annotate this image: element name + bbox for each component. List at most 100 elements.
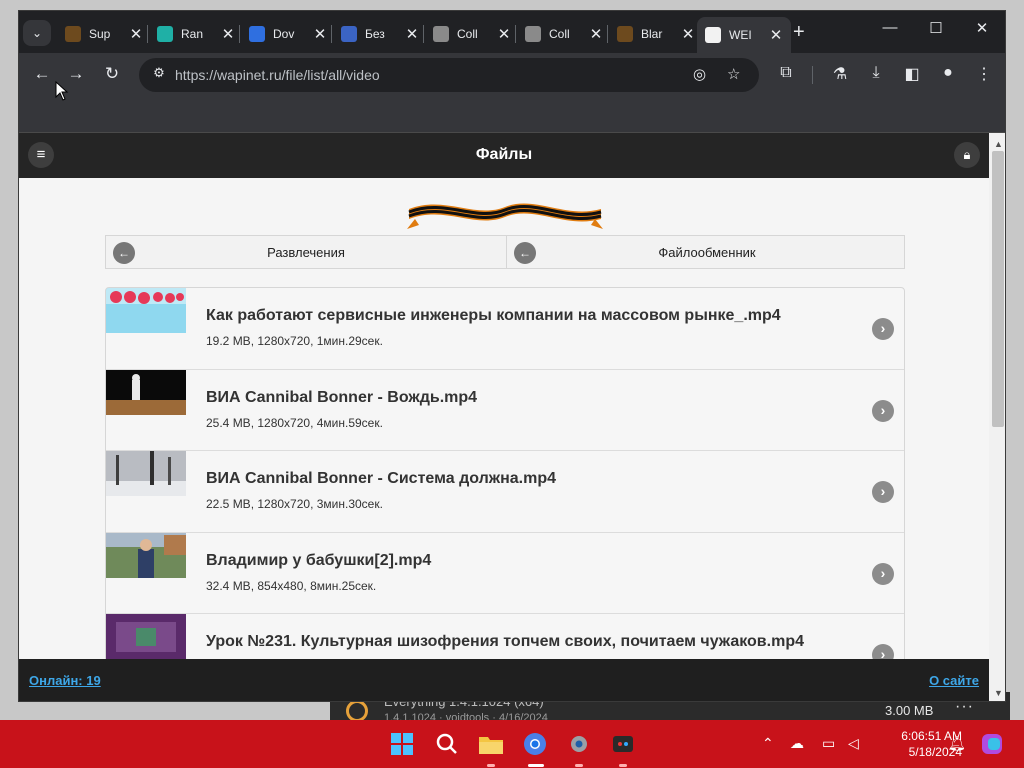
list-item[interactable]: ВИА Cannibal Bonner - Вождь.mp4 25.4 MB,… [106, 369, 904, 451]
search-icon[interactable] [431, 728, 463, 760]
bookmark-star-icon[interactable]: ☆ [727, 65, 740, 83]
chevron-right-icon[interactable]: › [872, 318, 894, 340]
file-title[interactable]: ВИА Cannibal Bonner - Система должна.mp4 [206, 470, 556, 488]
about-site-link[interactable]: О сайте [929, 673, 979, 688]
volume-muted-icon[interactable]: ◁ [848, 735, 859, 752]
running-indicator [487, 764, 495, 767]
network-icon[interactable]: ▭ [822, 735, 835, 752]
tab-4[interactable]: Без ✕ [341, 19, 419, 49]
tab-close-icon[interactable]: ✕ [313, 25, 327, 43]
tab-search-button[interactable]: ⌄ [23, 20, 51, 46]
running-indicator [575, 764, 583, 767]
file-meta: 22.5 MB, 1280x720, 3мин.30сек. [206, 497, 383, 511]
online-count-link[interactable]: Онлайн: 19 [29, 673, 101, 688]
tab-strip: ⌄ Sup ✕ Ran ✕ Dov ✕ Без ✕ Coll ✕ Coll ✕ … [19, 11, 1005, 53]
game-app-icon[interactable] [607, 728, 639, 760]
reload-button[interactable]: ↻ [101, 64, 123, 84]
clock-date: 5/18/2024 [908, 745, 962, 759]
tab-favicon-icon [157, 26, 173, 42]
file-title[interactable]: Урок №231. Культурная шизофрения топчем … [206, 633, 804, 651]
chevron-right-icon[interactable]: › [872, 399, 894, 422]
tab-5[interactable]: Coll ✕ [433, 19, 511, 49]
address-bar[interactable]: ⚙ https://wapinet.ru/file/list/all/video… [139, 58, 759, 92]
tab-close-icon[interactable]: ✕ [405, 25, 419, 43]
tab-close-icon[interactable]: ✕ [221, 25, 235, 43]
copilot-pre-icon[interactable] [978, 730, 1006, 758]
eye-favicon-icon [705, 27, 721, 43]
scroll-up-arrow-icon[interactable]: ▲ [994, 139, 1003, 149]
list-item[interactable]: Владимир у бабушки[2].mp4 32.4 MB, 854x4… [106, 532, 904, 614]
scroll-down-arrow-icon[interactable]: ▼ [994, 688, 1003, 698]
show-hidden-icons-icon[interactable]: ⌃ [762, 735, 774, 752]
nav-back-fileshare[interactable]: ← Файлообменник [506, 236, 906, 268]
site-info-icon[interactable]: ⚙ [149, 65, 169, 85]
tab-label: WEI [729, 28, 752, 42]
running-indicator [619, 764, 627, 767]
new-tab-button[interactable]: + [793, 21, 805, 44]
tab-3[interactable]: Dov ✕ [249, 19, 327, 49]
scrollbar-thumb[interactable] [992, 151, 1004, 427]
tab-label: Dov [273, 27, 295, 41]
tab-separator [515, 25, 516, 43]
tab-2[interactable]: Ran ✕ [157, 19, 235, 49]
active-indicator [528, 764, 544, 767]
extensions-icon[interactable]: ⧉ [775, 64, 797, 82]
tab-active[interactable]: WEI ✕ [697, 17, 791, 53]
nav-back-entertainment[interactable]: ← Развлечения [106, 236, 506, 268]
tab-separator [423, 25, 424, 43]
tab-separator [607, 25, 608, 43]
back-button[interactable]: ← [31, 64, 53, 84]
windows-taskbar: ⌃ ☁ ▭ ◁ 6:06:51 AM 5/18/2024 🔔︎ [0, 720, 1024, 768]
settings-gear-icon[interactable] [563, 728, 595, 760]
profile-icon[interactable]: ● [937, 64, 959, 82]
tab-close-icon[interactable]: ✕ [769, 26, 783, 44]
notification-bell-icon[interactable]: 🔔︎ [948, 735, 966, 752]
labs-flask-icon[interactable]: ⚗ [829, 64, 851, 84]
tab-close-icon[interactable]: ✕ [129, 25, 143, 43]
toolbar-divider [812, 66, 813, 84]
cloud-offline-icon[interactable]: ☁ [790, 735, 804, 752]
start-windows-icon[interactable] [386, 728, 418, 760]
list-item[interactable]: ВИА Cannibal Bonner - Система должна.mp4… [106, 451, 904, 533]
lock-icon[interactable]: 🔒︎ [954, 142, 980, 168]
menu-kebab-icon[interactable]: ⋮ [973, 64, 995, 84]
tracking-protection-eye-icon[interactable]: ◎ [693, 65, 706, 83]
tab-close-icon[interactable]: ✕ [497, 25, 511, 43]
chevron-right-icon[interactable]: › [872, 481, 894, 503]
minimize-button[interactable]: — [867, 19, 913, 36]
tab-close-icon[interactable]: ✕ [681, 25, 695, 43]
maximize-button[interactable]: ☐ [913, 19, 959, 37]
file-meta: 19.2 MB, 1280x720, 1мин.29сек. [206, 334, 383, 348]
tab-favicon-icon [65, 26, 81, 42]
close-window-button[interactable]: ✕ [959, 19, 1005, 37]
web-page: ≡ Файлы 🔒︎ ← Развлечения ← Файлообменник [19, 133, 989, 701]
file-title[interactable]: Как работают сервисные инженеры компании… [206, 307, 781, 325]
chevron-right-icon[interactable]: › [872, 562, 894, 585]
file-explorer-icon[interactable] [475, 728, 507, 760]
st-george-ribbon-logo [407, 203, 603, 229]
tab-separator [331, 25, 332, 43]
tab-separator [147, 25, 148, 43]
system-clock[interactable]: 6:06:51 AM 5/18/2024 [862, 728, 962, 760]
page-scrollbar[interactable]: ▲ ▼ [989, 133, 1005, 701]
tab-label: Ran [181, 27, 204, 41]
file-title[interactable]: ВИА Cannibal Bonner - Вождь.mp4 [206, 389, 477, 407]
downloads-icon[interactable]: ⤓ [865, 64, 887, 82]
video-thumbnail [106, 288, 186, 333]
video-thumbnail [106, 451, 186, 496]
tab-6[interactable]: Coll ✕ [525, 19, 603, 49]
tab-7[interactable]: Blar ✕ [617, 19, 695, 49]
list-item[interactable]: Как работают сервисные инженеры компании… [106, 288, 904, 370]
chrome-icon[interactable] [519, 728, 551, 760]
file-meta: 32.4 MB, 854x480, 8мин.25сек. [206, 578, 377, 593]
file-title[interactable]: Владимир у бабушки[2].mp4 [206, 552, 431, 570]
tab-favicon-icon [617, 26, 633, 42]
file-meta: 25.4 MB, 1280x720, 4мин.59сек. [206, 415, 383, 430]
tab-1[interactable]: Sup ✕ [65, 19, 143, 49]
mouse-cursor-icon [55, 81, 69, 101]
url-text[interactable]: https://wapinet.ru/file/list/all/video [175, 67, 380, 83]
tab-separator [239, 25, 240, 43]
bookmarks-bar [19, 97, 1005, 133]
tab-close-icon[interactable]: ✕ [589, 25, 603, 43]
side-panel-icon[interactable]: ◧ [901, 64, 923, 84]
